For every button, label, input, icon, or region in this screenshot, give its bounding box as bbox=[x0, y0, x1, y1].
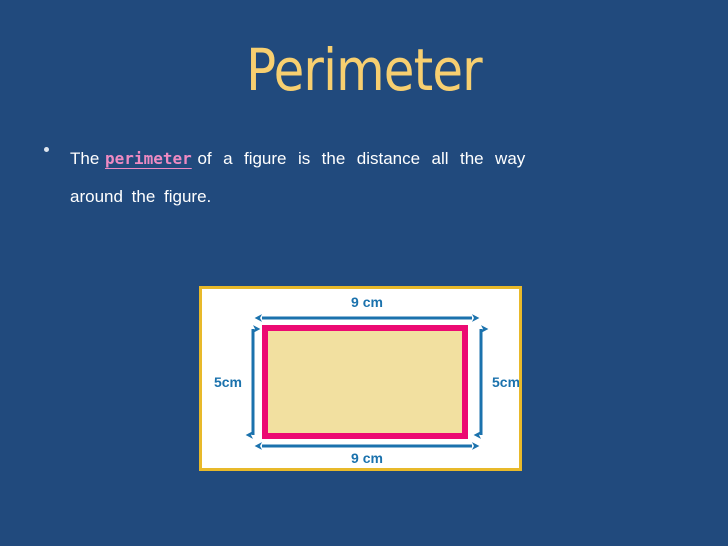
shape-rectangle bbox=[262, 325, 468, 439]
label-left-height: 5cm bbox=[214, 374, 242, 390]
bullet-line-two: around the figure. bbox=[70, 187, 212, 206]
label-bottom-length: 9 cm bbox=[351, 450, 383, 466]
keyword-perimeter: perimeter bbox=[105, 149, 192, 168]
bullet-text-tail: of a figure is the distance all the way bbox=[191, 149, 526, 168]
bullet-dot-icon bbox=[44, 147, 49, 152]
bullet-text-lead: The bbox=[70, 149, 106, 168]
bullet-paragraph: The perimeter of a figure is the distanc… bbox=[40, 140, 660, 216]
figure-panel: 9 cm 9 cm 5cm 5cm bbox=[199, 286, 522, 471]
page-title: Perimeter bbox=[246, 36, 483, 104]
rectangle-dimension-diagram: 9 cm 9 cm 5cm 5cm bbox=[214, 294, 519, 466]
label-right-height: 5cm bbox=[492, 374, 519, 390]
slide-canvas: Perimeter The perimeter of a figure is t… bbox=[0, 0, 728, 546]
bullet-line-one: The perimeter of a figure is the distanc… bbox=[70, 140, 660, 178]
label-top-length: 9 cm bbox=[351, 294, 383, 310]
